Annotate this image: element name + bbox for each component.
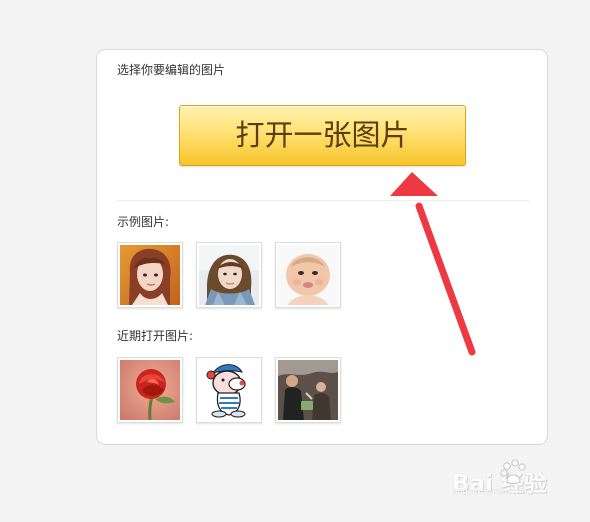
red-rose-image <box>120 360 180 420</box>
baidu-jingyan-watermark: Bai 经验 jingyan.baidu.com <box>452 456 562 504</box>
recent-image-bear[interactable] <box>196 357 262 423</box>
sample-image-baby[interactable] <box>275 242 341 308</box>
panel-title: 选择你要编辑的图片 <box>117 63 226 77</box>
recent-images-label: 近期打开图片: <box>117 329 194 343</box>
sample-image-woman[interactable] <box>117 242 183 308</box>
girl-selfie-image <box>199 245 259 305</box>
sample-image-girl[interactable] <box>196 242 262 308</box>
woman-portrait-image <box>120 245 180 305</box>
recent-image-rose[interactable] <box>117 357 183 423</box>
sample-images-label: 示例图片: <box>117 215 170 229</box>
woman-portrait-thumbnail <box>120 245 180 305</box>
cartoon-bear-image <box>199 360 259 420</box>
baby-photo-image <box>278 245 338 305</box>
cartoon-bear-thumbnail <box>199 360 259 420</box>
red-rose-thumbnail <box>120 360 180 420</box>
people-outdoor-image <box>278 360 338 420</box>
watermark-url: jingyan.baidu.com <box>453 487 527 496</box>
baby-photo-thumbnail <box>278 245 338 305</box>
recent-image-people[interactable] <box>275 357 341 423</box>
people-outdoor-thumbnail <box>278 360 338 420</box>
open-image-button[interactable]: 打开一张图片 <box>179 105 466 166</box>
baidu-paw-icon <box>500 459 526 485</box>
annotation-arrow <box>390 172 476 356</box>
girl-selfie-thumbnail <box>199 245 259 305</box>
image-editor-page: 选择你要编辑的图片 打开一张图片 示例图片: 近期打开图片: Bai 经验 ji… <box>0 0 590 522</box>
